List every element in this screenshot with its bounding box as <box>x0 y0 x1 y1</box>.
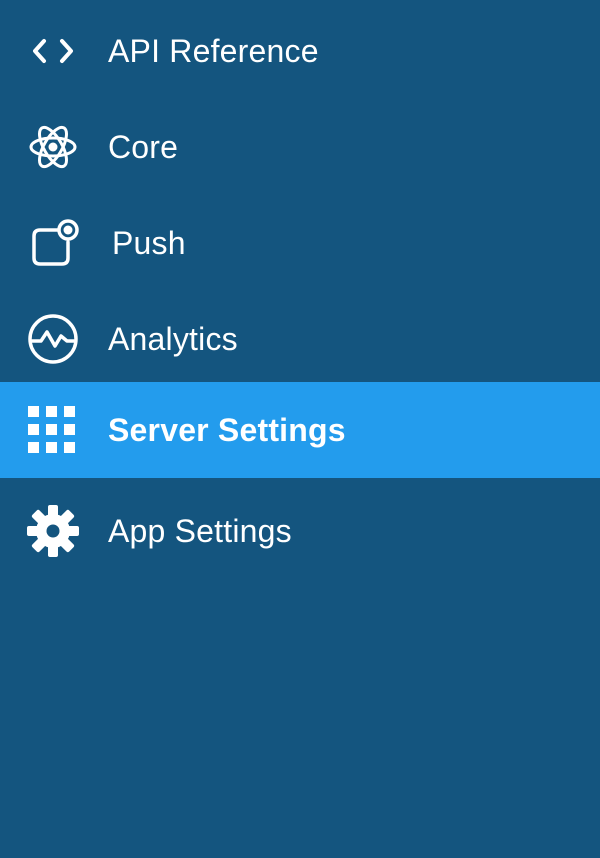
gear-icon <box>26 504 80 558</box>
pulse-chart-icon <box>26 312 80 366</box>
sidebar-item-core[interactable]: Core <box>0 99 600 195</box>
sidebar-item-label: Core <box>108 129 179 165</box>
sidebar-item-server-settings[interactable]: Server Settings <box>0 382 600 478</box>
sidebar-item-label: API Reference <box>108 33 319 69</box>
sidebar-item-label: Analytics <box>108 321 238 357</box>
sidebar-nav: API Reference Core Push Analytics Server… <box>0 0 600 858</box>
sidebar-item-app-settings[interactable]: App Settings <box>0 483 600 579</box>
code-brackets-icon <box>26 24 80 78</box>
sidebar-item-label: App Settings <box>108 513 292 549</box>
sidebar-item-label: Server Settings <box>108 412 346 448</box>
grid-icon <box>26 403 80 457</box>
sidebar-item-analytics[interactable]: Analytics <box>0 291 600 387</box>
push-notification-icon <box>26 216 80 270</box>
sidebar-item-push[interactable]: Push <box>0 195 600 291</box>
sidebar-item-api-reference[interactable]: API Reference <box>0 3 600 99</box>
sidebar-item-label: Push <box>112 225 186 261</box>
atom-icon <box>26 120 80 174</box>
